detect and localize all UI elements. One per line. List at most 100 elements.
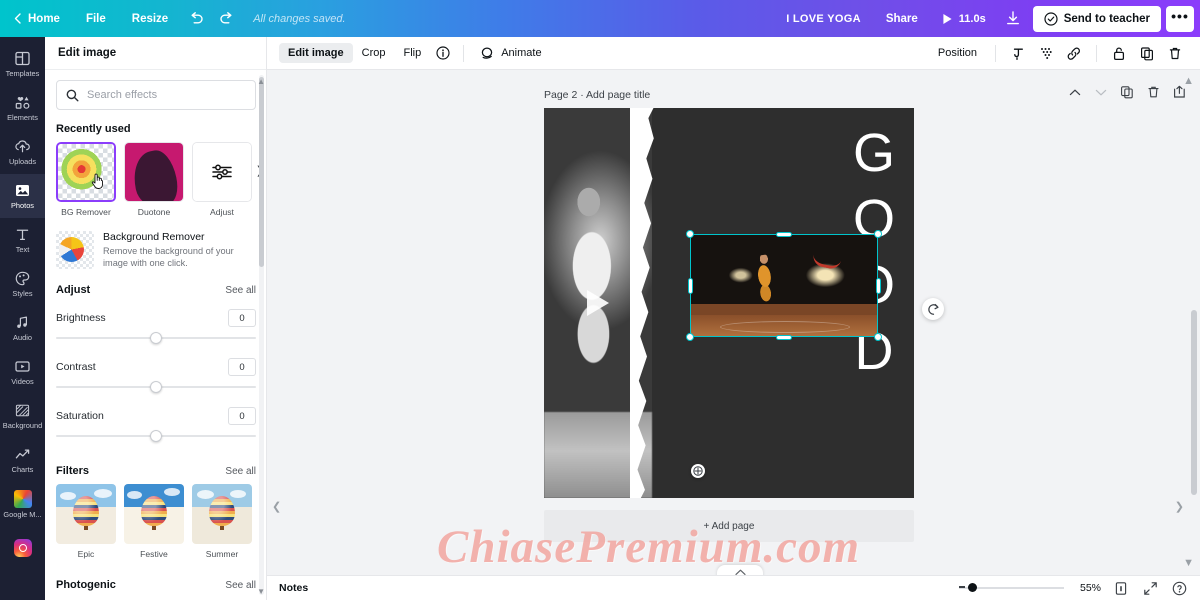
sidebar-item-instagram[interactable] bbox=[0, 526, 45, 570]
video-play-overlay-icon[interactable] bbox=[587, 290, 609, 316]
stage-scroll-left-icon[interactable]: ❮ bbox=[272, 500, 281, 513]
filter-festive[interactable]: Festive bbox=[124, 484, 184, 559]
page-manager-icon[interactable] bbox=[1112, 579, 1130, 597]
effect-adjust[interactable]: Adjust bbox=[192, 142, 252, 217]
resize-handle-middle-right[interactable] bbox=[875, 278, 881, 294]
page-title-field[interactable]: Page 2 · Add page title bbox=[544, 86, 914, 104]
adjust-sliders-icon bbox=[211, 162, 233, 182]
saturation-value[interactable]: 0 bbox=[228, 407, 256, 425]
background-remover-text: Background Remover Remove the background… bbox=[103, 231, 256, 269]
stage-scroll-up-icon[interactable]: ▲ bbox=[1183, 75, 1194, 87]
color-picker-icon[interactable] bbox=[1005, 41, 1031, 65]
sidebar-item-photos[interactable]: Photos bbox=[0, 174, 45, 218]
adjust-see-all-link[interactable]: See all bbox=[225, 285, 256, 296]
file-menu-button[interactable]: File bbox=[73, 0, 119, 37]
delete-icon[interactable] bbox=[1162, 41, 1188, 65]
brightness-slider[interactable] bbox=[56, 331, 256, 345]
sidebar-item-elements[interactable]: Elements bbox=[0, 86, 45, 130]
panel-scroll-down-icon[interactable]: ▼ bbox=[257, 587, 265, 596]
move-page-up-icon[interactable] bbox=[1067, 84, 1083, 100]
send-to-teacher-button[interactable]: Send to teacher bbox=[1032, 5, 1161, 32]
filter-thumbnail bbox=[56, 484, 116, 544]
resize-handle-top-center[interactable] bbox=[776, 231, 792, 237]
zoom-slider[interactable] bbox=[959, 581, 1064, 595]
info-icon[interactable] bbox=[430, 41, 456, 65]
sidebar-item-uploads[interactable]: Uploads bbox=[0, 130, 45, 174]
add-page-button[interactable]: + Add page bbox=[544, 510, 914, 542]
text-icon bbox=[14, 226, 31, 243]
resize-handle-bottom-left[interactable] bbox=[686, 333, 694, 341]
effect-bg-remover[interactable]: BG Remover bbox=[56, 142, 116, 217]
contrast-value[interactable]: 0 bbox=[228, 358, 256, 376]
page-label: Page 2 · Add page title bbox=[544, 89, 651, 101]
sidebar-item-audio[interactable]: Audio bbox=[0, 306, 45, 350]
sidebar-item-text[interactable]: Text bbox=[0, 218, 45, 262]
photogenic-see-all-link[interactable]: See all bbox=[225, 580, 256, 591]
duplicate-page-icon[interactable] bbox=[1119, 84, 1135, 100]
sidebar-item-charts[interactable]: Charts bbox=[0, 438, 45, 482]
panel-scrollbar-thumb[interactable] bbox=[259, 77, 264, 267]
design-title[interactable]: I LOVE YOGA bbox=[774, 13, 873, 25]
sidebar-item-label: Uploads bbox=[8, 157, 37, 166]
stage-scrollbar-thumb[interactable] bbox=[1191, 310, 1197, 495]
sidebar-item-background[interactable]: Background bbox=[0, 394, 45, 438]
saturation-slider[interactable] bbox=[56, 429, 256, 443]
stage-scroll-down-icon[interactable]: ▼ bbox=[1183, 557, 1194, 569]
link-icon[interactable] bbox=[1061, 41, 1087, 65]
filter-epic[interactable]: Epic bbox=[56, 484, 116, 559]
photogenic-title: Photogenic bbox=[56, 579, 116, 591]
selected-image-dunk-photo[interactable] bbox=[690, 234, 878, 337]
filters-see-all-link[interactable]: See all bbox=[225, 466, 256, 477]
collapse-notes-tab[interactable] bbox=[717, 565, 763, 575]
flip-button[interactable]: Flip bbox=[394, 43, 430, 63]
resize-handle-middle-left[interactable] bbox=[687, 278, 693, 294]
notes-button[interactable]: Notes bbox=[279, 582, 308, 594]
background-remover-title: Background Remover bbox=[103, 231, 205, 243]
sidebar-item-google-maps[interactable]: Google M... bbox=[0, 482, 45, 526]
search-effects-box[interactable] bbox=[56, 80, 256, 110]
resize-button[interactable]: Resize bbox=[119, 0, 181, 37]
brightness-value[interactable]: 0 bbox=[228, 309, 256, 327]
contrast-slider[interactable] bbox=[56, 380, 256, 394]
resize-handle-bottom-center[interactable] bbox=[776, 334, 792, 340]
resize-handle-top-right[interactable] bbox=[874, 230, 882, 238]
sidebar-item-templates[interactable]: Templates bbox=[0, 42, 45, 86]
brightness-label: Brightness bbox=[56, 312, 106, 324]
duplicate-icon[interactable] bbox=[1134, 41, 1160, 65]
home-button[interactable]: Home bbox=[0, 0, 73, 37]
sidebar-item-label: Background bbox=[2, 421, 43, 430]
help-icon[interactable] bbox=[1170, 579, 1188, 597]
undo-icon[interactable] bbox=[181, 0, 211, 37]
toolbar-divider bbox=[1096, 44, 1097, 62]
share-button[interactable]: Share bbox=[873, 13, 931, 25]
fullscreen-icon[interactable] bbox=[1141, 579, 1159, 597]
sidebar-item-videos[interactable]: Videos bbox=[0, 350, 45, 394]
download-icon[interactable] bbox=[997, 11, 1029, 26]
saturation-label: Saturation bbox=[56, 410, 104, 422]
present-button[interactable]: 11.0s bbox=[931, 13, 997, 25]
filter-summer[interactable]: Summer bbox=[192, 484, 252, 559]
effect-thumbnail bbox=[56, 142, 116, 202]
move-page-down-icon[interactable] bbox=[1093, 84, 1109, 100]
more-options-button[interactable]: ••• bbox=[1166, 5, 1194, 32]
background-remover-description: Remove the background of your image with… bbox=[103, 246, 234, 268]
crop-button[interactable]: Crop bbox=[353, 43, 395, 63]
delete-page-icon[interactable] bbox=[1145, 84, 1161, 100]
rotate-handle-button[interactable] bbox=[922, 298, 944, 320]
redo-icon[interactable] bbox=[211, 0, 241, 37]
resize-handle-bottom-right[interactable] bbox=[874, 333, 882, 341]
search-input[interactable] bbox=[87, 89, 246, 101]
panel-scroll-up-icon[interactable]: ▲ bbox=[257, 77, 265, 86]
edit-image-tab[interactable]: Edit image bbox=[279, 43, 353, 63]
animate-button[interactable]: Animate bbox=[471, 42, 550, 64]
move-handle-button[interactable] bbox=[691, 464, 705, 478]
resize-handle-top-left[interactable] bbox=[686, 230, 694, 238]
background-remover-card[interactable]: Background Remover Remove the background… bbox=[56, 231, 256, 269]
position-button[interactable]: Position bbox=[929, 43, 986, 63]
lock-icon[interactable] bbox=[1106, 41, 1132, 65]
transparency-icon[interactable] bbox=[1033, 41, 1059, 65]
effect-duotone[interactable]: Duotone bbox=[124, 142, 184, 217]
design-canvas[interactable]: G O O D bbox=[544, 108, 914, 498]
stage-scroll-right-icon[interactable]: ❯ bbox=[1175, 500, 1184, 513]
sidebar-item-styles[interactable]: Styles bbox=[0, 262, 45, 306]
